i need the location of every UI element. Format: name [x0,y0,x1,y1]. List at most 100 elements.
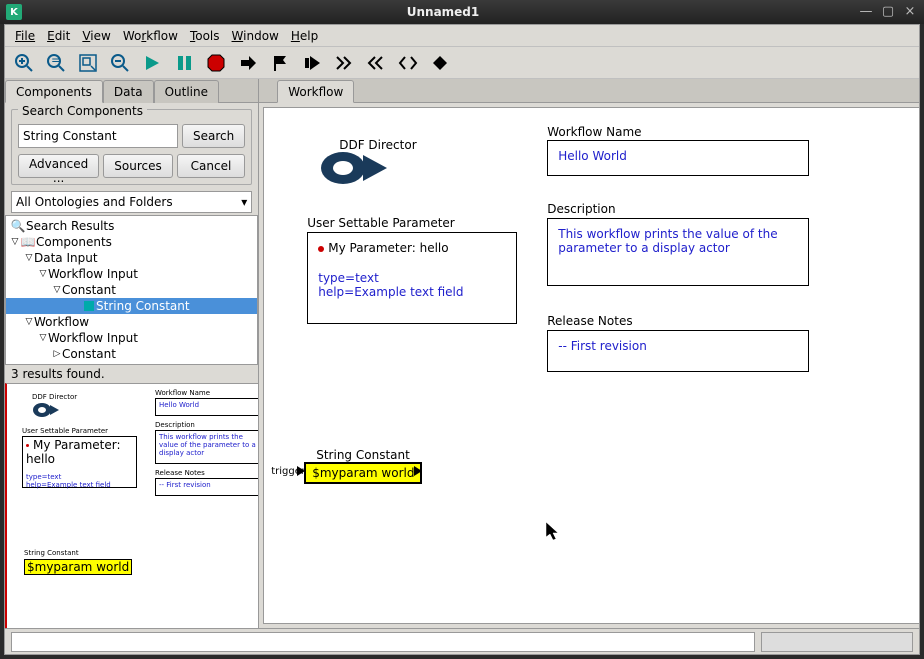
double-left-icon[interactable] [365,52,387,74]
status-input[interactable] [11,632,755,652]
toolbar: = [5,47,919,79]
book-icon: 📖 [22,236,34,248]
usp-type: type=text [318,271,506,285]
desc-value: This workflow prints the value of the pa… [558,227,798,255]
menu-view[interactable]: View [76,27,116,45]
tree-node-data-input[interactable]: ▽Data Input [6,250,257,266]
desc-box[interactable]: This workflow prints the value of the pa… [547,218,809,286]
mini-usp-box: My Parameter: hello type=text help=Examp… [22,436,137,488]
tab-data[interactable]: Data [103,80,154,103]
svg-text:=: = [51,53,61,67]
expand-icon[interactable]: ▷ [52,349,62,359]
desc-label: Description [547,202,615,216]
window-title: Unnamed1 [28,5,858,19]
play-icon[interactable] [141,52,163,74]
tree-node-workflow-input[interactable]: ▽Workflow Input [6,266,257,282]
cursor-icon [546,522,562,547]
tree-node-constant-2[interactable]: ▷Constant [6,346,257,362]
usp-box[interactable]: My Parameter: hello type=text help=Examp… [307,232,517,324]
actor-label: String Constant [316,448,410,462]
tree-node-components[interactable]: ▽📖Components [6,234,257,250]
release-label: Release Notes [547,314,632,328]
tree-node-constant[interactable]: ▽Constant [6,282,257,298]
menu-edit[interactable]: Edit [41,27,76,45]
red-dot-icon [318,246,324,252]
mini-usp-label: User Settable Parameter [22,428,108,436]
collapse-icon[interactable]: ▽ [10,237,20,247]
tree-view[interactable]: 🔍Search Results ▽📖Components ▽Data Input… [5,215,258,365]
status-right-box [761,632,913,652]
tab-outline[interactable]: Outline [154,80,219,103]
collapse-icon[interactable]: ▽ [24,253,34,263]
release-value: -- First revision [558,339,798,353]
advanced-button[interactable]: Advanced ... [18,154,99,178]
status-bar [5,628,919,654]
tree-node-workflow-input-2[interactable]: ▽Workflow Input [6,330,257,346]
tree-node-workflow[interactable]: ▽Workflow [6,314,257,330]
wfname-label: Workflow Name [547,125,641,139]
double-both-icon[interactable] [397,52,419,74]
zoom-out-icon[interactable] [109,52,131,74]
zoom-fit-icon[interactable]: = [45,52,67,74]
wfname-value: Hello World [558,149,798,163]
tree-node-search-results[interactable]: 🔍Search Results [6,218,257,234]
mini-director-label: DDF Director [32,394,77,402]
ontology-select-label: All Ontologies and Folders [16,195,173,209]
diamond-icon[interactable] [429,52,451,74]
collapse-icon[interactable]: ▽ [52,285,62,295]
collapse-icon[interactable]: ▽ [38,269,48,279]
double-right-icon[interactable] [333,52,355,74]
menu-tools[interactable]: Tools [184,27,226,45]
workflow-canvas[interactable]: DDF Director User Settable Parameter My … [264,108,919,624]
mini-actor-label: String Constant [24,550,79,558]
zoom-in-icon[interactable] [13,52,35,74]
menu-workflow[interactable]: Workflow [117,27,184,45]
actor-icon [84,301,94,311]
menubar: File Edit View Workflow Tools Window Hel… [5,25,919,47]
minimize-button[interactable]: — [858,5,874,19]
right-tabs: Workflow [259,79,919,103]
director-icon[interactable] [319,150,389,186]
mini-wfname-label: Workflow Name [155,390,210,398]
search-button[interactable]: Search [182,124,245,148]
wfname-box[interactable]: Hello World [547,140,809,176]
menu-window[interactable]: Window [226,27,285,45]
collapse-icon[interactable]: ▽ [24,317,34,327]
release-box[interactable]: -- First revision [547,330,809,372]
mini-desc-box: This workflow prints the value of the pa… [155,430,258,464]
menu-help[interactable]: Help [285,27,324,45]
stop-icon[interactable] [205,52,227,74]
canvas-scroll[interactable]: DDF Director User Settable Parameter My … [263,107,919,624]
step-icon[interactable] [301,52,323,74]
pause-icon[interactable] [173,52,195,74]
mini-actor-box: $myparam world [24,559,132,575]
left-tabs: Components Data Outline [5,79,258,103]
maximize-button[interactable]: ▢ [880,5,896,19]
tree-node-string-constant[interactable]: String Constant [6,298,257,314]
mini-wfname-box: Hello World [155,398,258,416]
mini-desc-label: Description [155,422,195,430]
menu-file[interactable]: File [9,27,41,45]
titlebar: K Unnamed1 — ▢ × [0,0,924,24]
cancel-button[interactable]: Cancel [177,154,245,178]
tab-components[interactable]: Components [5,80,103,103]
usp-label: User Settable Parameter [307,216,455,230]
flag-icon[interactable] [269,52,291,74]
chevron-down-icon: ▾ [241,195,247,209]
thumbnail-panel[interactable]: DDF Director User Settable Parameter My … [5,383,258,628]
zoom-box-icon[interactable] [77,52,99,74]
arrow-right-icon[interactable] [237,52,259,74]
sources-button[interactable]: Sources [103,154,172,178]
usp-help: help=Example text field [318,285,506,299]
usp-param: My Parameter: hello [318,241,506,255]
output-port-icon[interactable] [414,466,422,476]
search-group-label: Search Components [18,104,147,118]
collapse-icon[interactable]: ▽ [38,333,48,343]
tab-workflow-canvas[interactable]: Workflow [277,80,354,103]
search-input[interactable] [18,124,178,148]
ontology-select[interactable]: All Ontologies and Folders ▾ [11,191,252,213]
results-count: 3 results found. [5,365,258,383]
search-icon: 🔍 [12,220,24,232]
string-constant-actor[interactable]: $myparam world [304,462,422,484]
close-button[interactable]: × [902,5,918,19]
